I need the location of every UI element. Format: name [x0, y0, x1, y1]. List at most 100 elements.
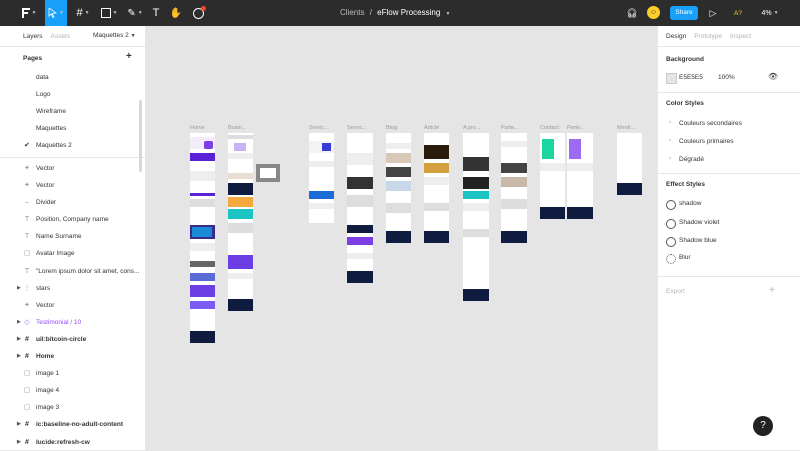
- main-menu-button[interactable]: ▼: [18, 0, 40, 26]
- frame-tool-button[interactable]: # ▼: [72, 0, 94, 26]
- page-item[interactable]: Maquettes: [0, 120, 145, 137]
- hand-tool-button[interactable]: ✋: [168, 0, 184, 26]
- chevron-down-icon[interactable]: ▼: [446, 11, 451, 17]
- font-check-button[interactable]: A?: [730, 0, 746, 26]
- frame-thumbnail-services[interactable]: [309, 133, 334, 223]
- text-tool-button[interactable]: T: [148, 0, 164, 26]
- page-item[interactable]: Logo: [0, 86, 145, 103]
- color-style-item[interactable]: Couleurs primaires: [679, 138, 734, 145]
- layer-item[interactable]: ▢ image 3: [0, 399, 145, 416]
- eye-icon[interactable]: 👁︎: [768, 72, 778, 81]
- tab-assets[interactable]: Assets: [51, 33, 71, 40]
- comment-tool-button[interactable]: [190, 0, 206, 26]
- page-selector[interactable]: Maquettes 2 ▼: [93, 32, 136, 39]
- layer-item[interactable]: ▶ # uil:bitcoin-circle: [0, 331, 145, 348]
- layer-item[interactable]: ▶ # lucide:refresh-cw: [0, 434, 145, 451]
- layer-item[interactable]: ▶ ⋮ stars: [0, 280, 145, 297]
- frame-thumbnail-home[interactable]: [190, 133, 215, 343]
- background-hex[interactable]: E5E5E5: [679, 74, 703, 81]
- share-button[interactable]: Share: [670, 6, 698, 20]
- background-opacity[interactable]: 100%: [718, 74, 735, 81]
- layer-item[interactable]: T "Lorem ipsum dolor sit amet, cons...: [0, 263, 145, 280]
- frame-label[interactable]: Busin...: [228, 125, 246, 131]
- layer-item[interactable]: ▶ # Home: [0, 348, 145, 365]
- tab-inspect[interactable]: Inspect: [730, 33, 751, 40]
- layer-item[interactable]: T Name Surname: [0, 228, 145, 245]
- caret-right-icon[interactable]: ▶: [17, 280, 21, 297]
- frame-thumbnail-partenaires[interactable]: [501, 133, 527, 243]
- layer-item[interactable]: ▢ image 4: [0, 382, 145, 399]
- caret-right-icon[interactable]: ›: [669, 138, 671, 144]
- frame-thumbnail-contact[interactable]: [540, 133, 565, 219]
- frame-label[interactable]: Contact: [540, 125, 559, 131]
- frame-thumbnail-blog[interactable]: [386, 133, 411, 243]
- tab-design[interactable]: Design: [666, 33, 686, 40]
- frame-label[interactable]: Menti...: [617, 125, 635, 131]
- effect-style-item[interactable]: Shadow blue: [679, 237, 717, 244]
- add-export-icon[interactable]: +: [769, 285, 775, 296]
- caret-right-icon[interactable]: ›: [669, 120, 671, 126]
- layer-item[interactable]: ▶ # ic:baseline-no-adult-content: [0, 416, 145, 433]
- layer-item[interactable]: ▢ image 1: [0, 365, 145, 382]
- frame-label[interactable]: Servic...: [309, 125, 329, 131]
- figma-logo-icon: [21, 8, 30, 18]
- layer-item[interactable]: ▶ ◇ Testimonial / 10: [0, 314, 145, 331]
- frame-thumbnail-mentions[interactable]: [617, 133, 642, 195]
- frame-thumbnail-article[interactable]: [424, 133, 449, 243]
- frame-label[interactable]: A pro...: [463, 125, 480, 131]
- caret-right-icon[interactable]: ›: [669, 156, 671, 162]
- frame-label[interactable]: Parte...: [501, 125, 519, 131]
- tab-prototype[interactable]: Prototype: [694, 33, 722, 40]
- canvas[interactable]: Home Busin... Servic... Servic... Blog A…: [146, 26, 656, 450]
- frame-label[interactable]: Article: [424, 125, 439, 131]
- breadcrumb: Clients / eFlow Processing ▼: [340, 0, 450, 26]
- layer-item[interactable]: – Divider: [0, 194, 145, 211]
- move-tool-button[interactable]: ▼: [45, 0, 67, 26]
- layer-item[interactable]: T Position, Company name: [0, 211, 145, 228]
- color-style-item[interactable]: Couleurs secondaires: [679, 120, 742, 127]
- help-button[interactable]: ?: [753, 416, 773, 436]
- caret-right-icon[interactable]: ▶: [17, 331, 21, 348]
- layer-item[interactable]: ✦ Vector: [0, 160, 145, 177]
- frame-label[interactable]: Parte...: [567, 125, 585, 131]
- frame-label[interactable]: Blog: [386, 125, 397, 131]
- frame-thumbnail-services-2[interactable]: [347, 133, 373, 283]
- image-icon: ▢: [23, 250, 31, 258]
- caret-right-icon[interactable]: ▶: [17, 348, 21, 365]
- effect-style-item[interactable]: shadow: [679, 200, 701, 207]
- effect-style-item[interactable]: Shadow violet: [679, 219, 719, 226]
- layer-label: stars: [36, 284, 51, 292]
- caret-right-icon[interactable]: ▶: [17, 416, 21, 433]
- background-swatch[interactable]: [666, 73, 677, 84]
- breadcrumb-project[interactable]: Clients: [340, 8, 364, 17]
- avatar[interactable]: ☺: [647, 6, 660, 19]
- tab-layers[interactable]: Layers: [23, 33, 43, 40]
- layer-label: ic:baseline-no-adult-content: [36, 421, 124, 429]
- caret-right-icon[interactable]: ▶: [17, 314, 21, 331]
- page-item-current[interactable]: ✔ Maquettes 2: [0, 137, 145, 154]
- caret-right-icon[interactable]: ▶: [17, 434, 21, 451]
- color-style-item[interactable]: Dégradé: [679, 156, 704, 163]
- add-page-icon[interactable]: +: [126, 51, 132, 62]
- frame-thumbnail-partenaires-2[interactable]: [567, 133, 593, 219]
- chevron-down-icon: ▼: [84, 10, 90, 16]
- headphones-button[interactable]: 🎧︎: [624, 0, 640, 26]
- drop-shadow-icon: [666, 237, 676, 247]
- floating-component[interactable]: [256, 164, 280, 182]
- frame-label[interactable]: Servic...: [347, 125, 367, 131]
- shape-tool-button[interactable]: ▼: [98, 0, 120, 26]
- page-item[interactable]: Wireframe: [0, 103, 145, 120]
- layer-item[interactable]: ▢ Avatar Image: [0, 245, 145, 262]
- frame-thumbnail-a-propos[interactable]: [463, 133, 489, 301]
- layer-label: Position, Company name: [36, 216, 109, 224]
- layer-item[interactable]: ✦ Vector: [0, 177, 145, 194]
- page-item[interactable]: data: [0, 69, 145, 86]
- effect-style-item[interactable]: Blur: [679, 254, 691, 261]
- pen-tool-button[interactable]: ✎ ▼: [124, 0, 146, 26]
- layer-item[interactable]: ✦ Vector: [0, 297, 145, 314]
- frame-thumbnail-business[interactable]: [228, 133, 253, 311]
- zoom-dropdown[interactable]: 4% ▼: [756, 0, 784, 26]
- frame-label[interactable]: Home: [190, 125, 205, 131]
- file-name[interactable]: eFlow Processing: [377, 8, 440, 17]
- present-button[interactable]: ▷: [705, 0, 721, 26]
